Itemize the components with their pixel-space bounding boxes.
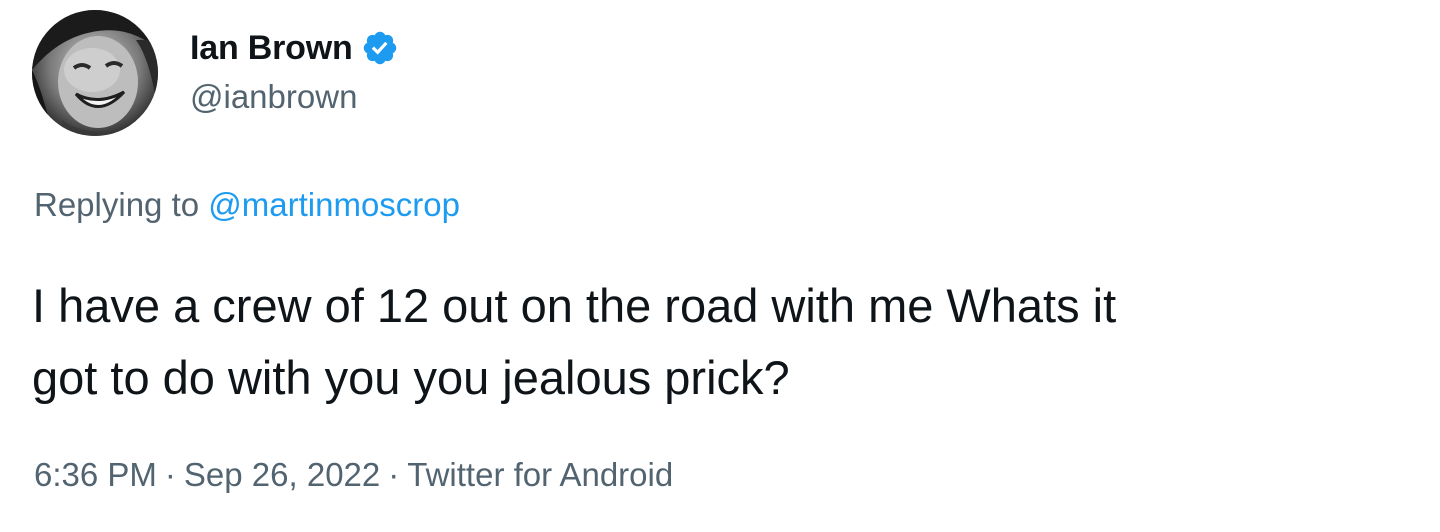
tweet-date[interactable]: Sep 26, 2022 — [184, 456, 380, 493]
reply-context: Replying to @martinmoscrop — [34, 186, 460, 224]
author-handle[interactable]: @ianbrown — [190, 78, 357, 116]
reply-handle-link[interactable]: @martinmoscrop — [208, 186, 460, 223]
tweet-source[interactable]: Twitter for Android — [407, 456, 673, 493]
tweet-time[interactable]: 6:36 PM — [34, 456, 157, 493]
verified-badge-icon — [361, 29, 399, 67]
author-display-name[interactable]: Ian Brown — [190, 29, 353, 68]
tweet-card: Ian Brown @ianbrown Replying to @martinm… — [0, 0, 1440, 532]
avatar[interactable] — [32, 10, 158, 136]
author-name-row: Ian Brown — [190, 24, 399, 72]
tweet-meta: 6:36 PM · Sep 26, 2022 · Twitter for Android — [34, 456, 673, 494]
meta-separator-dot: · — [164, 456, 176, 493]
reply-prefix: Replying to — [34, 186, 200, 223]
avatar-photo — [32, 10, 158, 136]
meta-separator-dot: · — [388, 456, 400, 493]
tweet-text: I have a crew of 12 out on the road with… — [32, 279, 1117, 404]
